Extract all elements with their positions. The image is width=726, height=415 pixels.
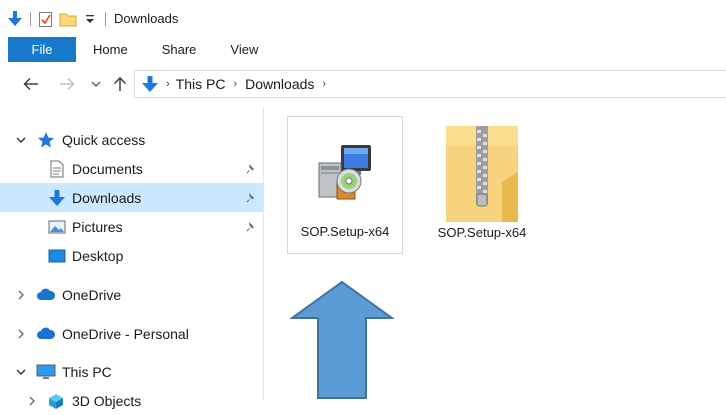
recent-locations-button[interactable] bbox=[83, 71, 109, 97]
chevron-down-icon[interactable] bbox=[16, 135, 26, 145]
nav-item-label: OneDrive - Personal bbox=[62, 325, 189, 342]
pin-icon bbox=[245, 163, 257, 175]
file-tile[interactable]: SOP.Setup-x64 bbox=[424, 116, 540, 254]
annotation-up-arrow-icon bbox=[290, 280, 394, 399]
qat-separator-2 bbox=[105, 11, 106, 26]
pictures-icon bbox=[47, 217, 67, 237]
nav-item-documents[interactable]: Documents bbox=[0, 154, 263, 183]
down-arrow-icon[interactable] bbox=[6, 9, 24, 29]
nav-item-onedrive[interactable]: OneDrive bbox=[0, 280, 263, 309]
properties-check-icon[interactable] bbox=[37, 9, 55, 29]
file-item-installer[interactable]: SOP.Setup-x64 bbox=[287, 116, 403, 254]
back-button[interactable] bbox=[18, 71, 44, 97]
nav-item-this-pc[interactable]: This PC bbox=[0, 357, 263, 386]
nav-item-label: This PC bbox=[62, 363, 112, 380]
tab-view[interactable]: View bbox=[213, 37, 275, 62]
quick-access-toolbar: Downloads bbox=[0, 0, 178, 37]
documents-icon bbox=[47, 159, 67, 179]
nav-item-downloads[interactable]: Downloads bbox=[0, 183, 263, 212]
cloud-icon bbox=[36, 285, 56, 305]
up-button[interactable] bbox=[107, 71, 133, 97]
breadcrumb-chevron[interactable]: › bbox=[233, 78, 237, 90]
nav-item-desktop[interactable]: Desktop bbox=[0, 241, 263, 270]
nav-item-label: Pictures bbox=[72, 218, 123, 235]
computer-icon bbox=[36, 362, 56, 382]
pin-icon bbox=[245, 221, 257, 233]
zip-folder-icon bbox=[442, 122, 522, 226]
breadcrumb-chevron[interactable]: › bbox=[322, 78, 326, 90]
nav-item-label: Downloads bbox=[72, 189, 142, 206]
nav-item-label: Desktop bbox=[72, 247, 124, 264]
3d-objects-icon bbox=[46, 391, 66, 411]
installer-icon bbox=[315, 143, 375, 203]
navigation-pane: Quick access Documents Downloads Picture… bbox=[0, 107, 264, 409]
file-name: SOP.Setup-x64 bbox=[437, 225, 527, 240]
breadcrumb-this-pc[interactable]: This PC bbox=[176, 76, 226, 92]
ribbon-tabs: File Home Share View bbox=[0, 37, 726, 63]
breadcrumb-downloads[interactable]: Downloads bbox=[245, 76, 314, 92]
chevron-right-icon[interactable] bbox=[16, 290, 26, 300]
new-folder-icon[interactable] bbox=[59, 9, 77, 29]
downloads-icon bbox=[142, 75, 158, 93]
nav-item-pictures[interactable]: Pictures bbox=[0, 212, 263, 241]
nav-item-onedrive-personal[interactable]: OneDrive - Personal bbox=[0, 319, 263, 348]
nav-item-label: Quick access bbox=[62, 131, 146, 148]
nav-item-label: Documents bbox=[72, 160, 143, 177]
nav-item-label: 3D Objects bbox=[72, 392, 142, 409]
file-name: SOP.Setup-x64 bbox=[300, 224, 390, 239]
pin-icon bbox=[245, 192, 257, 204]
nav-item-label: OneDrive bbox=[62, 286, 122, 303]
title-bar: Downloads bbox=[0, 0, 726, 37]
tab-file[interactable]: File bbox=[8, 37, 76, 62]
downloads-icon bbox=[47, 188, 67, 208]
desktop-icon bbox=[47, 246, 67, 266]
window-title: Downloads bbox=[114, 11, 179, 26]
cloud-icon bbox=[36, 324, 56, 344]
chevron-right-icon[interactable] bbox=[27, 396, 37, 406]
file-item-zip[interactable]: SOP.Setup-x64 bbox=[424, 116, 540, 254]
customize-qat-icon[interactable] bbox=[81, 9, 99, 29]
navigation-bar: › This PC › Downloads › bbox=[0, 62, 726, 107]
breadcrumb-chevron: › bbox=[166, 78, 170, 90]
nav-item-quick-access[interactable]: Quick access bbox=[0, 125, 263, 154]
qat-separator bbox=[30, 11, 31, 26]
nav-item-3d-objects[interactable]: 3D Objects bbox=[0, 386, 263, 415]
chevron-down-icon[interactable] bbox=[16, 367, 26, 377]
forward-button[interactable] bbox=[54, 71, 80, 97]
address-bar[interactable]: › This PC › Downloads › bbox=[134, 70, 726, 98]
tab-share[interactable]: Share bbox=[145, 37, 214, 62]
tab-home[interactable]: Home bbox=[76, 37, 145, 62]
file-tile[interactable]: SOP.Setup-x64 bbox=[287, 116, 403, 254]
chevron-right-icon[interactable] bbox=[16, 329, 26, 339]
star-icon bbox=[36, 130, 56, 150]
